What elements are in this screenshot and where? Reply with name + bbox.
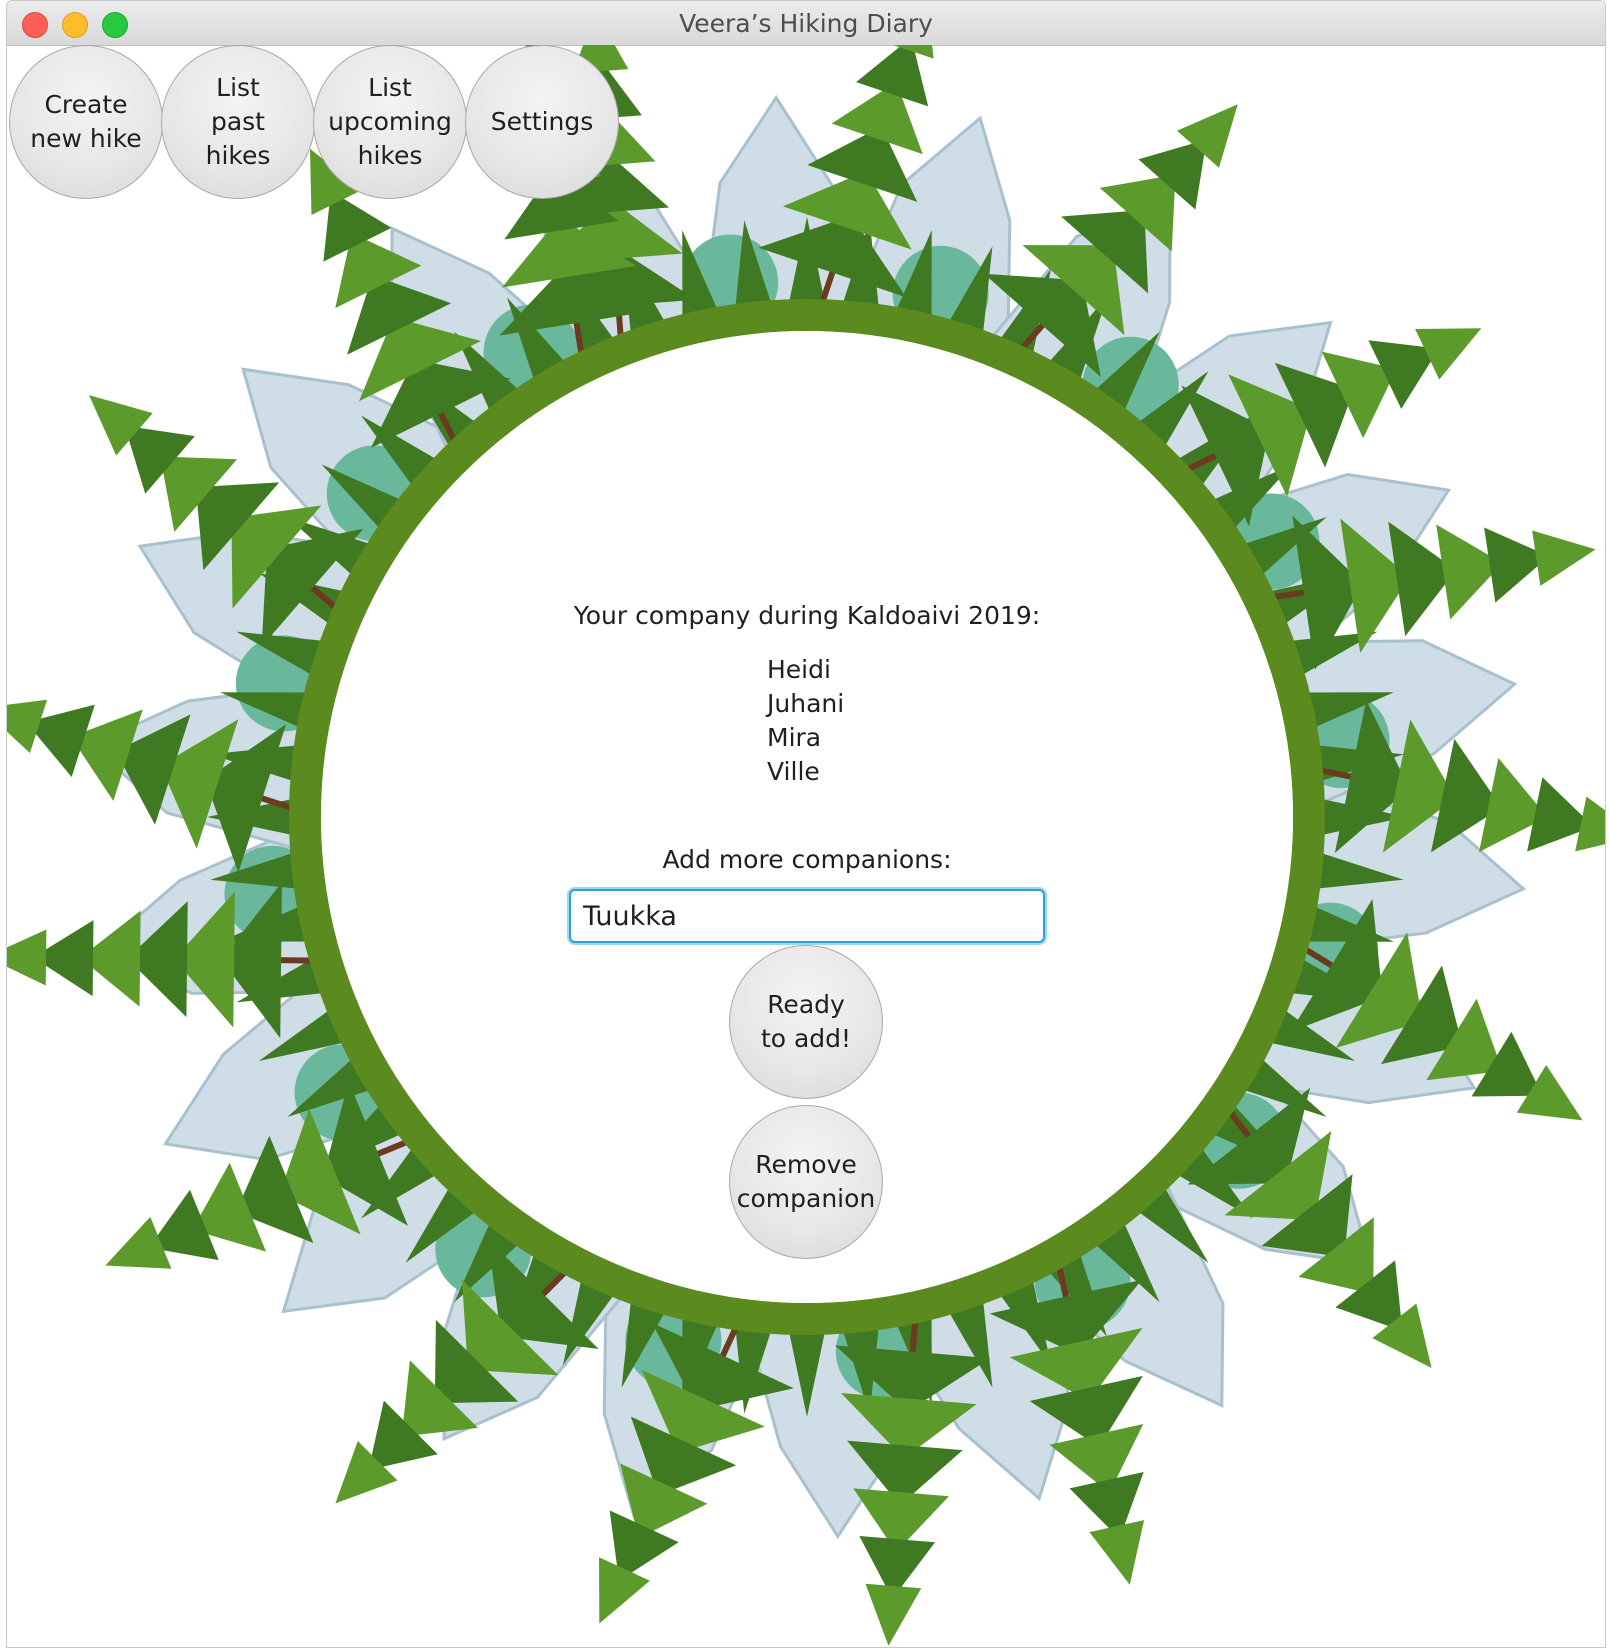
tree-branch	[1532, 530, 1596, 586]
company-heading: Your company during Kaldoaivi 2019:	[573, 601, 1041, 630]
add-companions-label: Add more companions:	[662, 845, 952, 874]
title-bar: Veera’s Hiking Diary	[7, 1, 1605, 46]
list-past-hikes-button[interactable]: List past hikes	[161, 45, 315, 199]
tree-branch	[865, 1583, 922, 1646]
window-title: Veera’s Hiking Diary	[679, 9, 933, 38]
create-new-hike-button[interactable]: Create new hike	[9, 45, 163, 199]
list-upcoming-hikes-button[interactable]: List upcoming hikes	[313, 45, 467, 199]
companion-item: Mira	[767, 723, 822, 752]
companion-item: Juhani	[767, 689, 845, 718]
app-window: Veera’s Hiking Diary Create new hike Lis…	[6, 0, 1606, 1648]
companion-list: Heidi Juhani Mira Ville	[767, 653, 844, 789]
remove-companion-button[interactable]: Remove companion	[729, 1105, 883, 1259]
tree-branch	[1089, 1520, 1145, 1585]
ready-to-add-button[interactable]: Ready to add!	[729, 945, 883, 1099]
settings-button[interactable]: Settings	[465, 45, 619, 199]
companion-item: Ville	[767, 757, 820, 786]
companion-item: Heidi	[767, 655, 831, 684]
tree-branch	[7, 929, 47, 986]
companion-name-input[interactable]	[569, 889, 1045, 943]
